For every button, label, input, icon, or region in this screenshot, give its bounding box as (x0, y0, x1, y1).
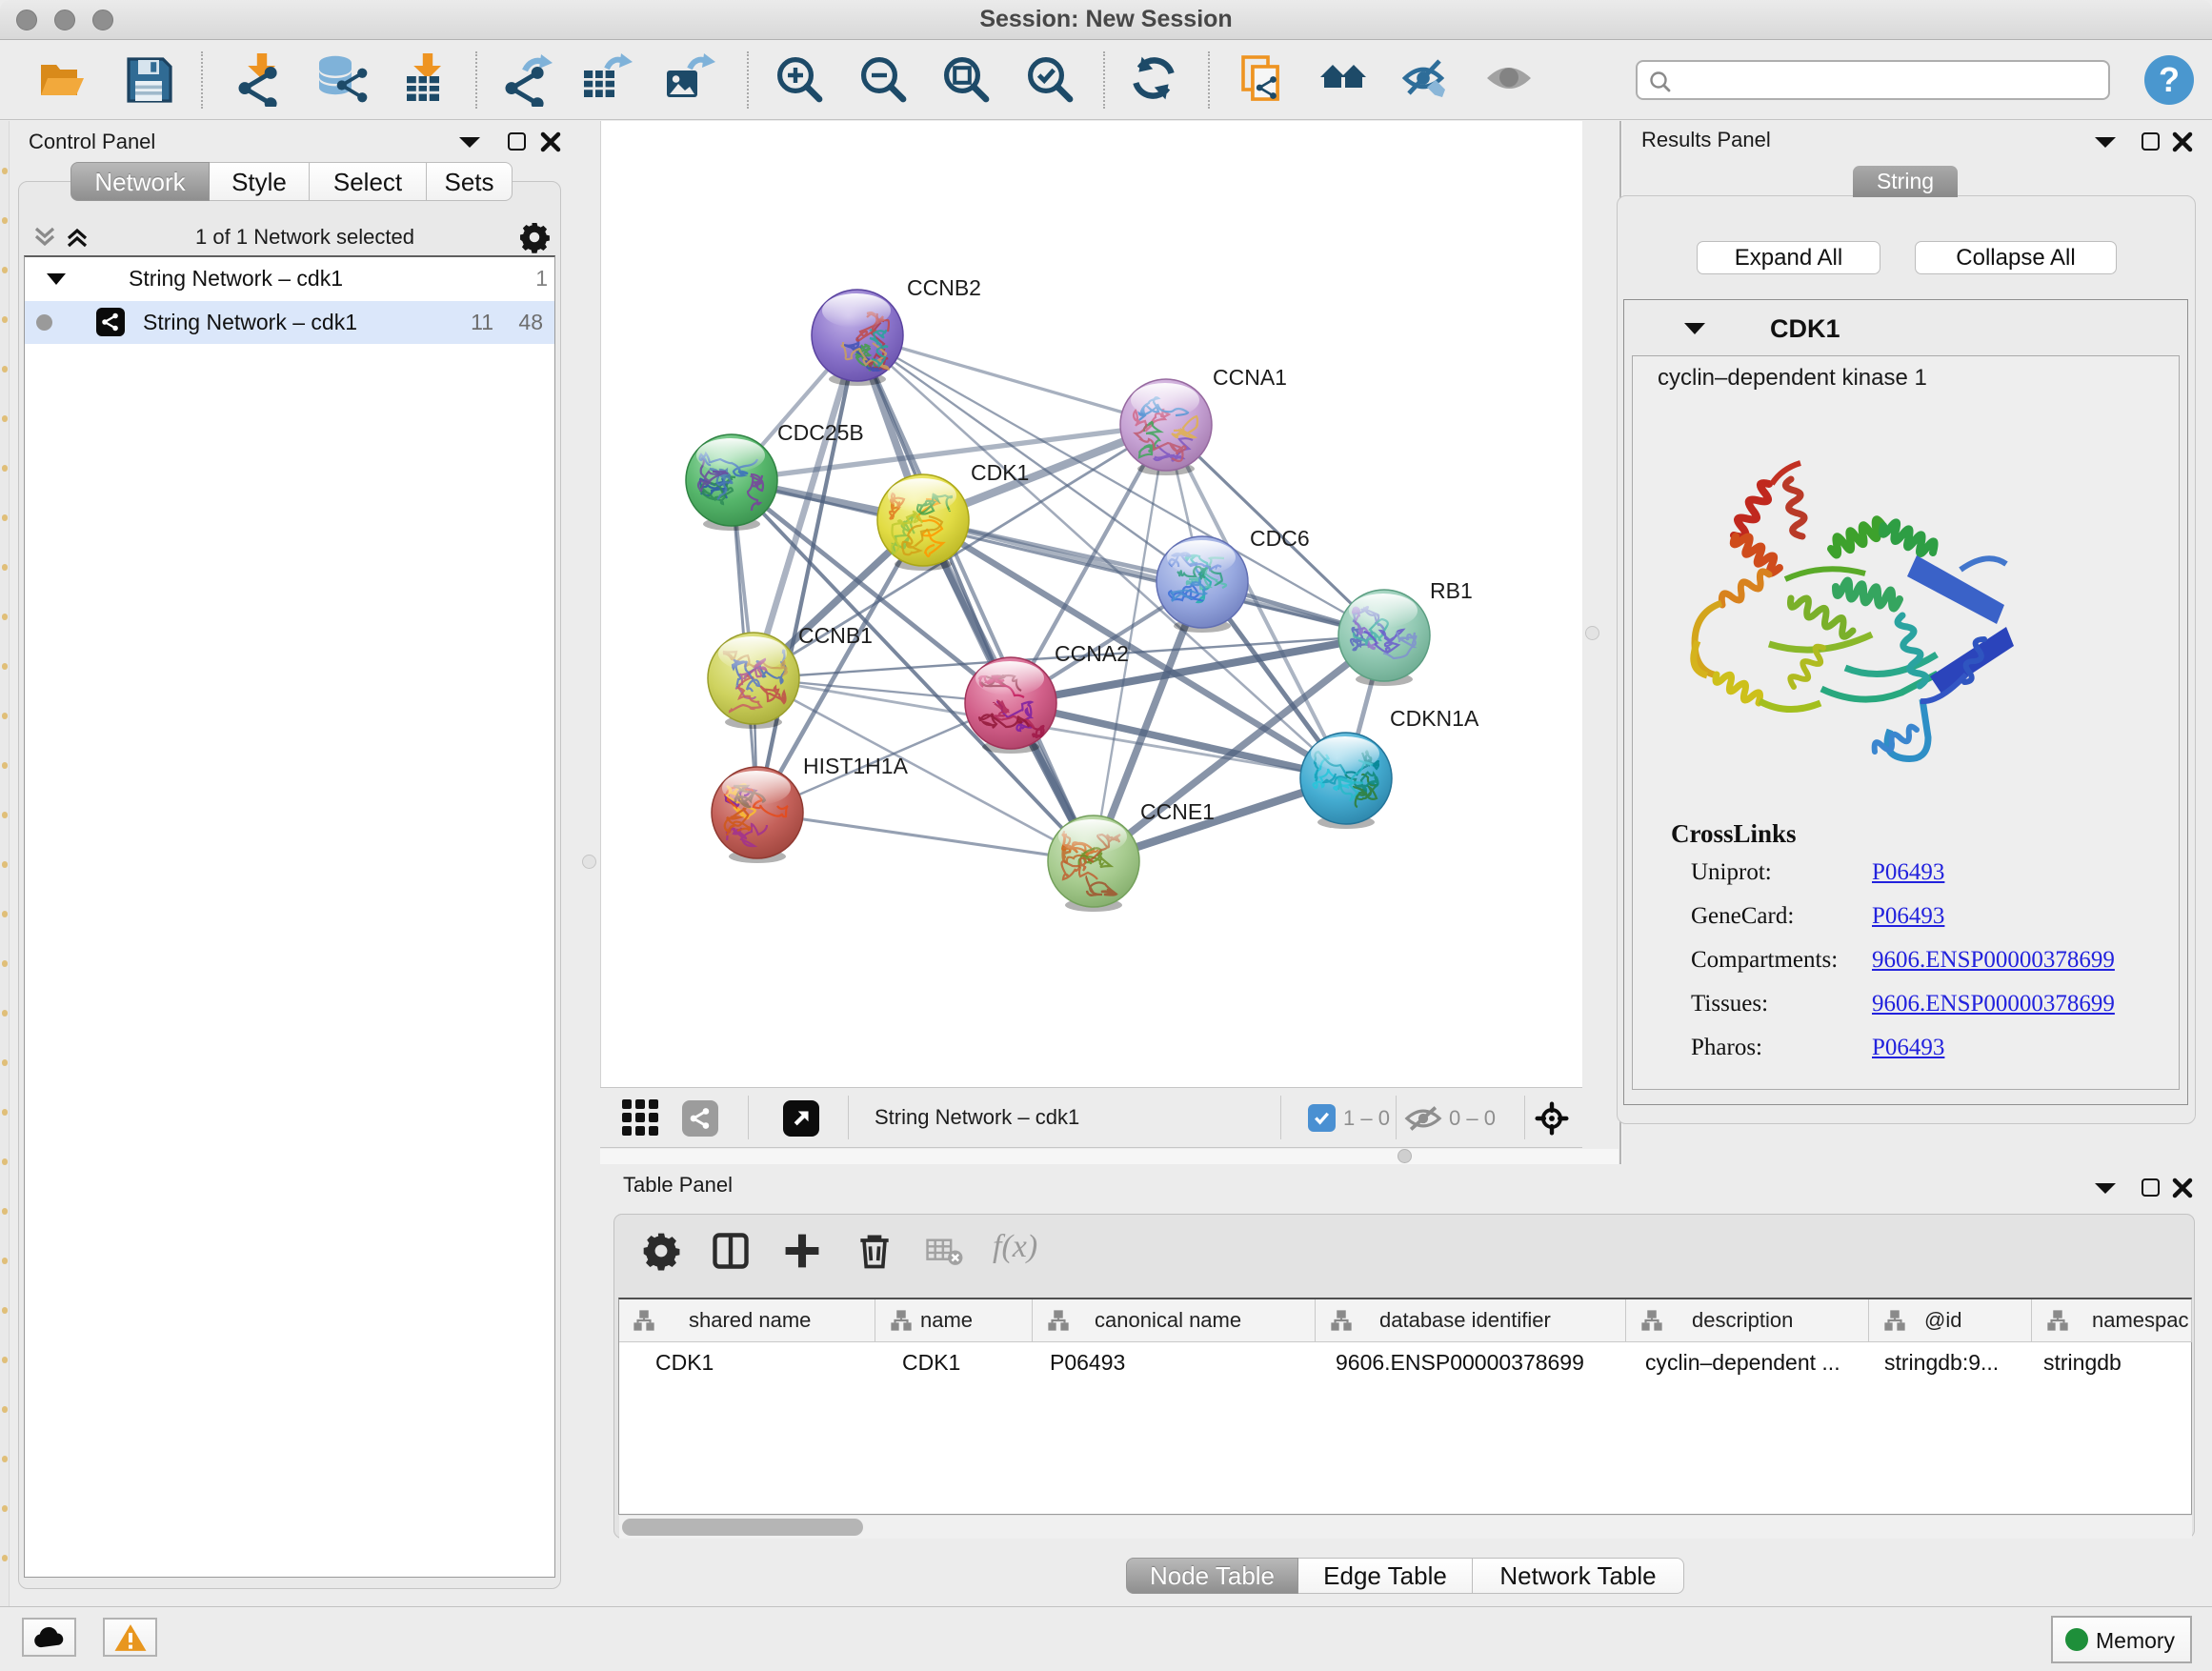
svg-text:RB1: RB1 (1430, 578, 1473, 603)
svg-text:HIST1H1A: HIST1H1A (803, 754, 909, 778)
svg-text:CDK1: CDK1 (971, 460, 1029, 485)
svg-text:CCNA2: CCNA2 (1055, 641, 1129, 666)
svg-text:CCNB2: CCNB2 (907, 275, 981, 300)
svg-text:CCNA1: CCNA1 (1213, 365, 1287, 390)
svg-text:CDKN1A: CDKN1A (1390, 706, 1479, 731)
svg-text:CCNB1: CCNB1 (798, 623, 873, 648)
svg-text:CDC6: CDC6 (1250, 526, 1310, 551)
svg-text:CCNE1: CCNE1 (1140, 799, 1215, 824)
svg-text:CDC25B: CDC25B (777, 420, 864, 445)
